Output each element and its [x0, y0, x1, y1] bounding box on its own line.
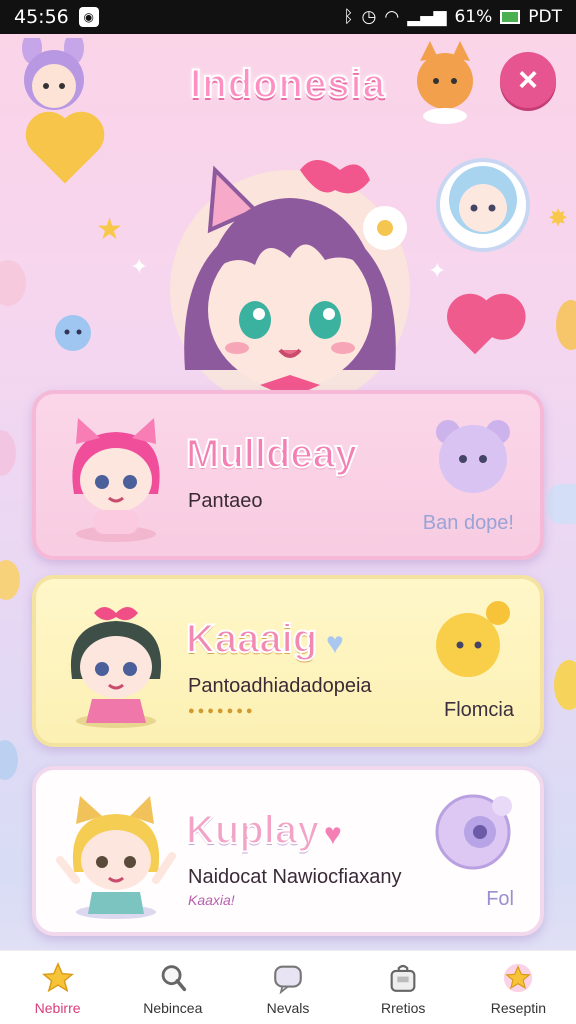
character-tag: Flomcia: [443, 699, 514, 721]
character-name: Mulldeay: [185, 431, 358, 477]
signal-icon: ▂▄▆: [407, 7, 447, 27]
character-name: Kaaaig: [185, 616, 318, 662]
heart-edge-icon: [554, 660, 576, 710]
star-badge-icon: [500, 960, 536, 996]
nav-item-nevals[interactable]: Nevals: [230, 951, 345, 1024]
nav-item-nebirre[interactable]: Nebirre: [0, 951, 115, 1024]
character-subtitle: Pantaeo: [188, 490, 263, 512]
bag-icon: [385, 960, 421, 996]
purple-bubble-creature-icon: [435, 794, 512, 870]
character-tag: Fol: [486, 888, 514, 910]
magnifier-icon: [155, 960, 191, 996]
heart-edge-icon: [556, 300, 576, 350]
close-button[interactable]: ×: [500, 52, 556, 108]
status-bar: 45:56 ◉ ᛒ ◷ ◠ ▂▄▆ 61% PDT: [0, 0, 576, 34]
heart-edge-icon: [0, 430, 16, 476]
character-card[interactable]: Kaaaig ♥ Pantoadhiadadopeia ●●●●●●● Flom…: [32, 575, 544, 747]
nav-item-nebincea[interactable]: Nebincea: [115, 951, 230, 1024]
character-tag: Ban dope!: [422, 512, 514, 534]
star-sticker-icon: ★: [96, 213, 123, 246]
battery-icon: [500, 10, 521, 24]
heart-edge-icon: [0, 260, 26, 306]
character-card[interactable]: Kuplay ♥ Naidocat Nawiocfiaxany Kaaxia! …: [32, 766, 544, 936]
bottom-navigation: Nebirre Nebincea Nevals Rretios Reseptin: [0, 950, 576, 1024]
nav-label: Nebirre: [34, 999, 81, 1016]
blue-girl-sticker-icon: [436, 158, 530, 252]
page-title: Indonesia: [189, 61, 386, 107]
wifi-icon: ◠: [384, 7, 400, 27]
hero-character-image: [170, 160, 410, 410]
character-avatar: [56, 796, 176, 919]
chat-icon: [270, 960, 306, 996]
rating-dots: ●●●●●●●: [188, 705, 256, 717]
cloud-edge-icon: [548, 484, 576, 524]
heart-edge-icon: [0, 740, 18, 780]
pink-heart-icon: ♥: [324, 818, 342, 851]
nav-label: Reseptin: [490, 999, 547, 1016]
nav-label: Nevals: [266, 999, 310, 1016]
nav-label: Rretios: [381, 999, 426, 1016]
star-sticker-icon: ✸: [548, 205, 569, 232]
flower-edge-icon: [0, 560, 20, 600]
character-subtitle-secondary: Kaaxia!: [188, 892, 235, 908]
nav-item-rretios[interactable]: Rretios: [346, 951, 461, 1024]
app-notification-icon: ◉: [78, 7, 99, 27]
cloud-sticker-icon: [55, 315, 91, 351]
sparkle-icon: ✦: [130, 254, 149, 279]
nav-item-reseptin[interactable]: Reseptin: [461, 951, 576, 1024]
close-icon: ×: [518, 60, 538, 99]
sparkle-icon: ✦: [428, 258, 447, 283]
character-subtitle: Pantoadhiadadopeia: [188, 675, 372, 697]
star-icon: [40, 960, 76, 996]
battery-text: 61%: [454, 7, 493, 27]
carrier-label: PDT: [528, 7, 562, 27]
lavender-bear-icon: [436, 420, 510, 493]
blue-heart-icon: ♥: [326, 627, 344, 660]
character-name: Kuplay: [185, 807, 320, 853]
bluetooth-icon: ᛒ: [343, 7, 354, 27]
pink-heart-sticker-icon: [453, 311, 497, 355]
character-card[interactable]: Mulldeay Pantaeo Ban dope!: [32, 390, 544, 560]
character-avatar: [72, 418, 160, 542]
nav-label: Nebincea: [143, 999, 203, 1016]
alarm-icon: ◷: [361, 7, 377, 27]
character-subtitle: Naidocat Nawiocfiaxany: [188, 866, 402, 888]
yellow-heart-sticker-icon: [32, 118, 98, 184]
status-time: 45:56: [14, 6, 69, 28]
character-avatar: [70, 607, 162, 728]
yellow-bear-icon: [436, 601, 510, 677]
